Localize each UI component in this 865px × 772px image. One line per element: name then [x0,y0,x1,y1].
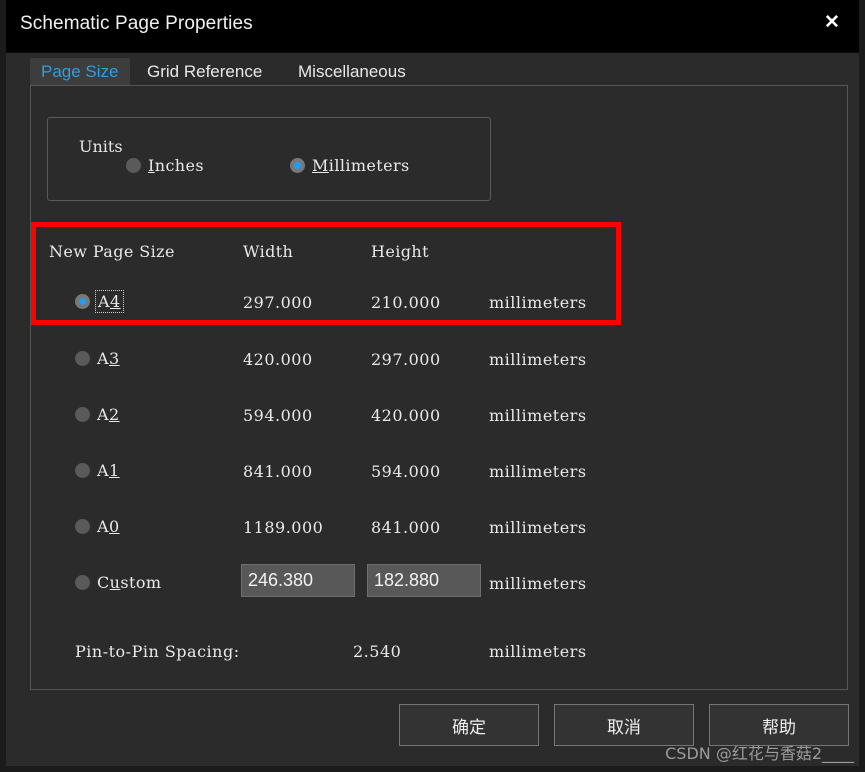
a3-width-value: 420.000 [243,350,313,369]
custom-width-input[interactable]: 246.380 [241,564,355,597]
radio-page-size-a1[interactable]: A1 [75,461,120,480]
mnemonic-letter: I [148,156,155,175]
a3-height-value: 297.000 [371,350,441,369]
radio-page-size-a4[interactable]: A4 [75,290,124,313]
label-prefix: C [97,573,110,592]
radio-a1-label: A1 [97,461,120,480]
label-rest: nches [154,156,204,175]
radio-page-size-custom[interactable]: Custom [75,573,161,592]
radio-custom-indicator[interactable] [75,575,90,590]
a2-units-label: millimeters [489,406,587,425]
a4-width-value: 297.000 [243,293,313,312]
units-group-box: Units Inches Millimeters [47,117,491,201]
radio-a3-indicator[interactable] [75,351,90,366]
radio-inches-label: Inches [148,156,204,175]
mnemonic-letter: u [109,573,121,592]
a1-units-label: millimeters [489,462,587,481]
schematic-page-properties-dialog: Schematic Page Properties ✕ Page Size Gr… [0,0,865,772]
radio-page-size-a0[interactable]: A0 [75,517,120,536]
radio-a2-label: A2 [97,405,120,424]
mnemonic-letter: 2 [108,405,120,424]
page-title: Schematic Page Properties [20,13,253,34]
label-prefix: A [97,349,109,368]
mnemonic-letter: 3 [108,349,120,368]
radio-a0-indicator[interactable] [75,519,90,534]
pin-spacing-label: Pin-to-Pin Spacing: [75,642,240,661]
tab-strip: Page Size Grid Reference Miscellaneous [6,52,859,85]
tab-miscellaneous[interactable]: Miscellaneous [287,58,417,85]
radio-page-size-a2[interactable]: A2 [75,405,120,424]
tab-page-size[interactable]: Page Size [30,58,130,85]
radio-millimeters-label: Millimeters [312,156,410,175]
close-icon[interactable]: ✕ [815,5,849,39]
ok-button[interactable]: 确定 [399,704,539,746]
mnemonic-letter: 1 [108,461,120,480]
radio-inches-indicator[interactable] [126,158,141,173]
label-rest: illimeters [328,156,410,175]
radio-a0-label: A0 [97,517,120,536]
custom-height-input[interactable]: 182.880 [367,564,481,597]
label-prefix: A [98,292,110,311]
pin-spacing-units: millimeters [489,642,587,661]
a1-width-value: 841.000 [243,462,313,481]
radio-a1-indicator[interactable] [75,463,90,478]
radio-a4-label: A4 [95,290,124,313]
radio-a4-indicator[interactable] [75,294,90,309]
radio-page-size-a3[interactable]: A3 [75,349,120,368]
column-header-width: Width [243,242,294,261]
page-size-panel: Units Inches Millimeters New Page Size W… [30,85,848,690]
radio-a2-indicator[interactable] [75,407,90,422]
a1-height-value: 594.000 [371,462,441,481]
a3-units-label: millimeters [489,350,587,369]
label-prefix: A [97,405,109,424]
title-bar: Schematic Page Properties ✕ [6,0,859,53]
a0-units-label: millimeters [489,518,587,537]
tab-grid-reference[interactable]: Grid Reference [136,58,273,85]
mnemonic-letter: 0 [108,517,120,536]
radio-inches[interactable]: Inches [126,156,204,175]
units-group-label: Units [74,139,128,155]
a4-height-value: 210.000 [371,293,441,312]
mnemonic-letter: 4 [109,292,121,311]
radio-custom-label: Custom [97,573,161,592]
label-prefix: A [97,461,109,480]
a2-height-value: 420.000 [371,406,441,425]
pin-spacing-value: 2.540 [353,642,402,661]
column-header-page-size: New Page Size [49,242,175,261]
radio-a3-label: A3 [97,349,120,368]
a0-height-value: 841.000 [371,518,441,537]
watermark-text: CSDN @红花与香菇2____ [665,744,854,763]
label-rest: stom [120,573,162,592]
custom-units-label: millimeters [489,574,587,593]
column-header-height: Height [371,242,429,261]
mnemonic-letter: M [312,156,329,175]
radio-millimeters[interactable]: Millimeters [290,156,410,175]
label-prefix: A [97,517,109,536]
a2-width-value: 594.000 [243,406,313,425]
a0-width-value: 1189.000 [243,518,324,537]
radio-millimeters-indicator[interactable] [290,158,305,173]
a4-units-label: millimeters [489,293,587,312]
